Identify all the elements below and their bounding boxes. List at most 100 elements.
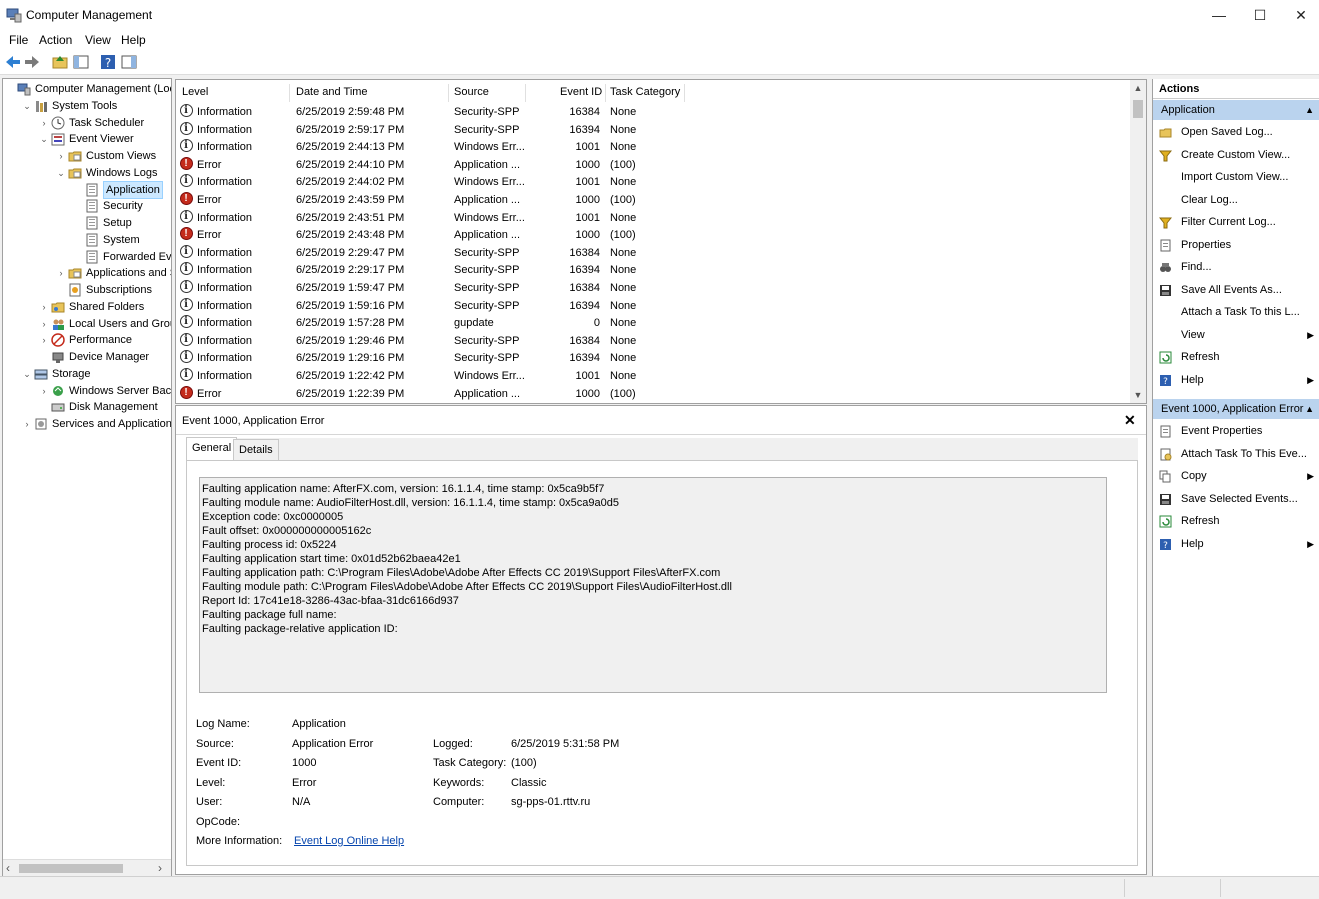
table-row[interactable]: Information 6/25/2019 1:57:28 PM gupdate 0N…: [176, 313, 1131, 332]
help-icon[interactable]: ?: [99, 53, 117, 71]
scroll-left-arrow-icon[interactable]: ‹: [6, 861, 10, 875]
collapse-triangle-icon[interactable]: ▲: [1305, 100, 1314, 120]
users-icon: [53, 319, 64, 330]
action-filter-current-log[interactable]: Filter Current Log...: [1153, 212, 1319, 233]
collapse-triangle-icon[interactable]: ▲: [1305, 399, 1314, 419]
action-help[interactable]: ? Help ▶: [1153, 534, 1319, 555]
collapsed-chevron-icon[interactable]: ›: [39, 332, 49, 348]
source-cell: Security-SPP: [454, 282, 520, 294]
action-properties[interactable]: Properties: [1153, 235, 1319, 256]
action-save-selected-events[interactable]: Save Selected Events...: [1153, 489, 1319, 510]
menu-bar: File Action View Help: [0, 30, 1319, 50]
action-attach-task-to-this-eve[interactable]: Attach Task To This Eve...: [1153, 444, 1319, 465]
action-event-properties[interactable]: Event Properties: [1153, 421, 1319, 442]
table-row[interactable]: Error 6/25/2019 1:22:39 PM Application ...…: [176, 384, 1131, 403]
table-row[interactable]: Information 6/25/2019 2:59:17 PM Security-…: [176, 120, 1131, 139]
event-log-online-help-link[interactable]: Event Log Online Help: [294, 835, 404, 847]
actions-group-event[interactable]: Event 1000, Application Error ▲: [1153, 399, 1319, 419]
detail-close-icon[interactable]: ✕: [1124, 412, 1136, 429]
action-clear-log[interactable]: Clear Log...: [1153, 190, 1319, 211]
action-refresh[interactable]: Refresh: [1153, 347, 1319, 368]
collapsed-chevron-icon[interactable]: ›: [22, 416, 32, 432]
forward-arrow-icon[interactable]: [23, 53, 41, 71]
events-vertical-scrollbar[interactable]: ▲ ▼: [1130, 80, 1146, 403]
action-find[interactable]: Find...: [1153, 257, 1319, 278]
tree-item-label: Services and Applications: [52, 418, 172, 430]
action-attach-a-task-to-this-l[interactable]: Attach a Task To this L...: [1153, 302, 1319, 323]
table-row[interactable]: Error 6/25/2019 2:43:48 PM Application ...…: [176, 225, 1131, 244]
event-description[interactable]: Faulting application name: AfterFX.com, …: [199, 477, 1107, 693]
column-separator[interactable]: [289, 84, 290, 102]
collapsed-chevron-icon[interactable]: ›: [39, 115, 49, 131]
tab-details[interactable]: Details: [233, 439, 279, 461]
action-save-all-events-as[interactable]: Save All Events As...: [1153, 280, 1319, 301]
table-row[interactable]: Information 6/25/2019 1:29:16 PM Security-…: [176, 348, 1131, 367]
column-header-source[interactable]: Source: [454, 86, 489, 98]
table-row[interactable]: Information 6/25/2019 1:22:42 PM Windows E…: [176, 366, 1131, 385]
actions-group-application[interactable]: Application ▲: [1153, 100, 1319, 120]
action-open-saved-log[interactable]: Open Saved Log...: [1153, 122, 1319, 143]
menu-help[interactable]: Help: [121, 33, 146, 47]
table-row[interactable]: Information 6/25/2019 2:44:13 PM Windows E…: [176, 137, 1131, 156]
table-row[interactable]: Information 6/25/2019 2:29:47 PM Security-…: [176, 243, 1131, 262]
binoculars-icon: [1160, 263, 1171, 272]
scroll-up-arrow-icon[interactable]: ▲: [1130, 80, 1146, 96]
source-cell: Windows Err...: [454, 211, 525, 224]
table-row[interactable]: Information 6/25/2019 1:59:16 PM Security-…: [176, 296, 1131, 315]
column-header-event-id[interactable]: Event ID: [560, 86, 602, 98]
column-separator[interactable]: [605, 84, 606, 102]
scrollbar-thumb[interactable]: [1133, 100, 1143, 118]
table-row[interactable]: Error 6/25/2019 2:43:59 PM Application ...…: [176, 190, 1131, 209]
collapsed-chevron-icon[interactable]: ›: [56, 148, 66, 164]
minimize-button[interactable]: —: [1196, 0, 1242, 30]
task-category-label: Task Category:: [433, 757, 507, 769]
show-hide-action-pane-icon[interactable]: [120, 53, 138, 71]
expanded-chevron-icon[interactable]: ⌄: [39, 131, 49, 147]
expanded-chevron-icon[interactable]: ⌄: [22, 366, 32, 382]
action-refresh[interactable]: Refresh: [1153, 511, 1319, 532]
action-view[interactable]: View ▶: [1153, 325, 1319, 346]
table-row[interactable]: Information 6/25/2019 2:29:17 PM Security-…: [176, 260, 1131, 279]
menu-action[interactable]: Action: [39, 33, 72, 47]
table-row[interactable]: Information 6/25/2019 2:43:51 PM Windows E…: [176, 208, 1131, 227]
maximize-button[interactable]: ☐: [1237, 0, 1283, 30]
source-cell: Security-SPP: [454, 106, 520, 118]
collapsed-chevron-icon[interactable]: ›: [56, 265, 66, 281]
table-row[interactable]: Information 6/25/2019 1:59:47 PM Security-…: [176, 278, 1131, 297]
menu-view[interactable]: View: [85, 33, 111, 47]
action-import-custom-view[interactable]: Import Custom View...: [1153, 167, 1319, 188]
column-header-level[interactable]: Level: [182, 86, 208, 98]
actions-pane: Actions Application ▲ Open Saved Log... C…: [1152, 79, 1319, 876]
column-separator[interactable]: [525, 84, 526, 102]
action-copy[interactable]: Copy ▶: [1153, 466, 1319, 487]
table-row[interactable]: Information 6/25/2019 2:59:48 PM Security-…: [176, 102, 1131, 121]
table-row[interactable]: Information 6/25/2019 2:44:02 PM Windows E…: [176, 172, 1131, 191]
show-hide-tree-icon[interactable]: [72, 53, 90, 71]
column-separator[interactable]: [448, 84, 449, 102]
tree-horizontal-scrollbar[interactable]: ‹ ›: [3, 859, 171, 877]
collapsed-chevron-icon[interactable]: ›: [39, 316, 49, 332]
table-row[interactable]: Error 6/25/2019 2:44:10 PM Application ...…: [176, 155, 1131, 174]
back-arrow-icon[interactable]: [4, 53, 22, 71]
collapsed-chevron-icon[interactable]: ›: [39, 299, 49, 315]
computer-management-icon: [6, 8, 22, 23]
table-row[interactable]: Information 6/25/2019 1:29:46 PM Security-…: [176, 331, 1131, 350]
expanded-chevron-icon[interactable]: ⌄: [56, 165, 66, 181]
action-help[interactable]: ? Help ▶: [1153, 370, 1319, 391]
tab-general[interactable]: General: [186, 437, 238, 462]
column-header-date[interactable]: Date and Time: [296, 86, 368, 98]
up-folder-icon[interactable]: [51, 53, 69, 71]
column-separator[interactable]: [684, 84, 685, 102]
column-header-task-category[interactable]: Task Category: [610, 86, 680, 98]
scroll-down-arrow-icon[interactable]: ▼: [1130, 387, 1146, 403]
help-icon: ?: [1160, 374, 1171, 387]
expanded-chevron-icon[interactable]: ⌄: [22, 98, 32, 114]
close-button[interactable]: ✕: [1278, 0, 1319, 30]
menu-file[interactable]: File: [9, 33, 28, 47]
source-cell: gupdate: [454, 317, 494, 330]
action-create-custom-view[interactable]: Create Custom View...: [1153, 145, 1319, 166]
collapsed-chevron-icon[interactable]: ›: [39, 383, 49, 399]
source-cell: Windows Err...: [454, 141, 525, 154]
scrollbar-thumb[interactable]: [19, 864, 123, 873]
scroll-right-arrow-icon[interactable]: ›: [158, 861, 162, 875]
